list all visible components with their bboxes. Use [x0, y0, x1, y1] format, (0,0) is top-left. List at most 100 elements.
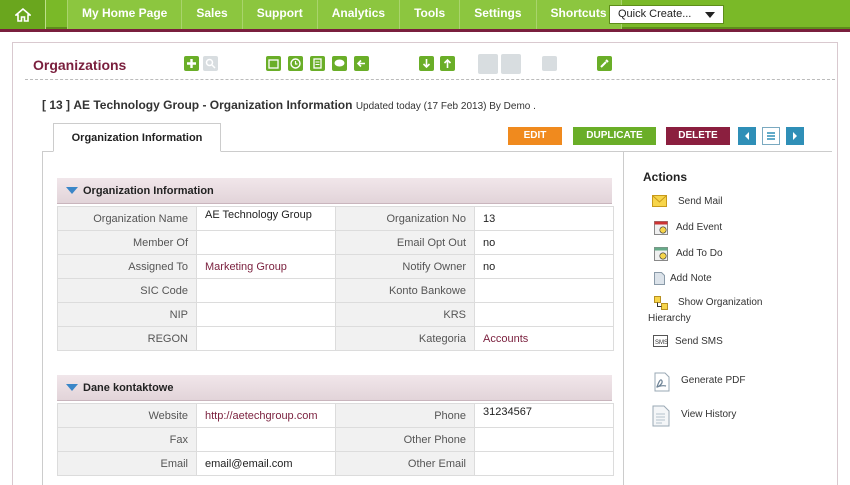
mail-icon: [652, 195, 667, 207]
duplicate-button[interactable]: DUPLICATE: [573, 127, 656, 145]
organization-info-table: Organization Name AE Technology Group Or…: [57, 206, 614, 351]
pdf-icon: [654, 372, 670, 392]
field-label: Website: [57, 403, 197, 428]
export-icon[interactable]: [440, 56, 455, 71]
add-note-link[interactable]: Add Note: [670, 273, 712, 284]
tools-icon[interactable]: [597, 56, 612, 71]
field-value-link[interactable]: http://aetechgroup.com: [196, 403, 336, 428]
field-label: Organization No: [335, 206, 475, 231]
document-icon[interactable]: [478, 54, 498, 74]
field-label: NIP: [57, 302, 197, 327]
field-value[interactable]: no: [474, 230, 614, 255]
table-row: NIP KRS: [57, 302, 614, 327]
delete-button[interactable]: DELETE: [666, 127, 730, 145]
document-alt-icon[interactable]: [501, 54, 521, 74]
field-value[interactable]: [474, 278, 614, 303]
field-value[interactable]: AE Technology Group: [196, 206, 336, 231]
tab-organization-information[interactable]: Organization Information: [53, 123, 221, 152]
field-label: SIC Code: [57, 278, 197, 303]
field-label: Konto Bankowe: [335, 278, 475, 303]
table-row: Assigned To Marketing Group Notify Owner…: [57, 254, 614, 279]
section-header-dane-kontaktowe[interactable]: Dane kontaktowe: [57, 375, 612, 401]
table-row: Email email@email.com Other Email: [57, 451, 614, 476]
svg-text:SMS: SMS: [655, 340, 668, 346]
clock-icon[interactable]: [288, 56, 303, 71]
field-label: Notify Owner: [335, 254, 475, 279]
field-value[interactable]: [196, 230, 336, 255]
actions-heading: Actions: [643, 170, 688, 184]
record-title: [ 13 ] AE Technology Group - Organizatio…: [42, 98, 536, 112]
search-icon[interactable]: [203, 56, 218, 71]
record-id: [ 13 ]: [42, 98, 71, 112]
field-value[interactable]: [196, 278, 336, 303]
field-value[interactable]: [474, 302, 614, 327]
nav-underline: [0, 29, 850, 32]
add-todo-link[interactable]: Add To Do: [676, 248, 723, 259]
menu-item-analytics[interactable]: Analytics: [317, 0, 401, 29]
field-value[interactable]: [196, 326, 336, 351]
menu-item-sales[interactable]: Sales: [182, 0, 243, 29]
field-value-link[interactable]: Marketing Group: [196, 254, 336, 279]
section-title: Dane kontaktowe: [83, 382, 174, 394]
quick-create-select[interactable]: Quick Create...: [609, 5, 724, 24]
chevron-down-icon: [705, 12, 715, 18]
send-mail-link[interactable]: Send Mail: [678, 196, 722, 207]
calculator-icon[interactable]: [310, 56, 325, 71]
field-value[interactable]: [196, 302, 336, 327]
field-value[interactable]: 31234567: [474, 403, 614, 428]
table-row: Fax Other Phone: [57, 427, 614, 452]
send-sms-link[interactable]: Send SMS: [675, 336, 723, 347]
field-label: Member Of: [57, 230, 197, 255]
chat-icon[interactable]: [332, 56, 347, 71]
field-label: REGON: [57, 326, 197, 351]
field-value[interactable]: email@email.com: [196, 451, 336, 476]
field-value[interactable]: [474, 427, 614, 452]
section-title: Organization Information: [83, 185, 214, 197]
field-value-link[interactable]: Accounts: [474, 326, 614, 351]
menu-item-settings[interactable]: Settings: [460, 0, 537, 29]
previous-record-button[interactable]: [738, 127, 756, 145]
field-label: Other Phone: [335, 427, 475, 452]
record-updated: Updated today (17 Feb 2013) By Demo .: [355, 101, 536, 112]
home-button[interactable]: [0, 0, 46, 29]
edit-button[interactable]: EDIT: [508, 127, 562, 145]
menu-item-support[interactable]: Support: [242, 0, 318, 29]
view-history-link[interactable]: View History: [681, 409, 736, 420]
show-hierarchy-link-cont[interactable]: Hierarchy: [648, 313, 691, 324]
find-duplicates-icon[interactable]: [542, 56, 557, 71]
history-icon: [652, 405, 670, 427]
back-arrow-icon[interactable]: [354, 56, 369, 71]
field-value[interactable]: 13: [474, 206, 614, 231]
menu-item-my-home-page[interactable]: My Home Page: [67, 0, 183, 29]
table-row: REGON Kategoria Accounts: [57, 326, 614, 351]
calendar-icon[interactable]: [266, 56, 281, 71]
field-label: Other Email: [335, 451, 475, 476]
field-label: Phone: [335, 403, 475, 428]
table-row: Website http://aetechgroup.com Phone 312…: [57, 403, 614, 428]
field-label: Email: [57, 451, 197, 476]
field-value[interactable]: [474, 451, 614, 476]
hierarchy-icon: [654, 296, 668, 310]
chevron-left-icon: [745, 132, 749, 140]
next-record-button[interactable]: [786, 127, 804, 145]
import-icon[interactable]: [419, 56, 434, 71]
contact-info-table: Website http://aetechgroup.com Phone 312…: [57, 403, 614, 476]
home-icon: [14, 7, 31, 22]
add-event-link[interactable]: Add Event: [676, 222, 722, 233]
add-icon[interactable]: [184, 56, 199, 71]
field-label: Fax: [57, 427, 197, 452]
section-header-organization-information[interactable]: Organization Information: [57, 178, 612, 204]
table-row: SIC Code Konto Bankowe: [57, 278, 614, 303]
chevron-right-icon: [793, 132, 797, 140]
field-value[interactable]: no: [474, 254, 614, 279]
generate-pdf-link[interactable]: Generate PDF: [681, 375, 745, 386]
record-list-button[interactable]: [762, 127, 780, 145]
add-todo-icon: [654, 247, 668, 261]
collapse-triangle-icon: [66, 187, 78, 194]
table-row: Organization Name AE Technology Group Or…: [57, 206, 614, 231]
field-label: Organization Name: [57, 206, 197, 231]
show-hierarchy-link[interactable]: Show Organization: [678, 297, 763, 308]
table-row: Member Of Email Opt Out no: [57, 230, 614, 255]
menu-item-tools[interactable]: Tools: [400, 0, 461, 29]
field-value[interactable]: [196, 427, 336, 452]
